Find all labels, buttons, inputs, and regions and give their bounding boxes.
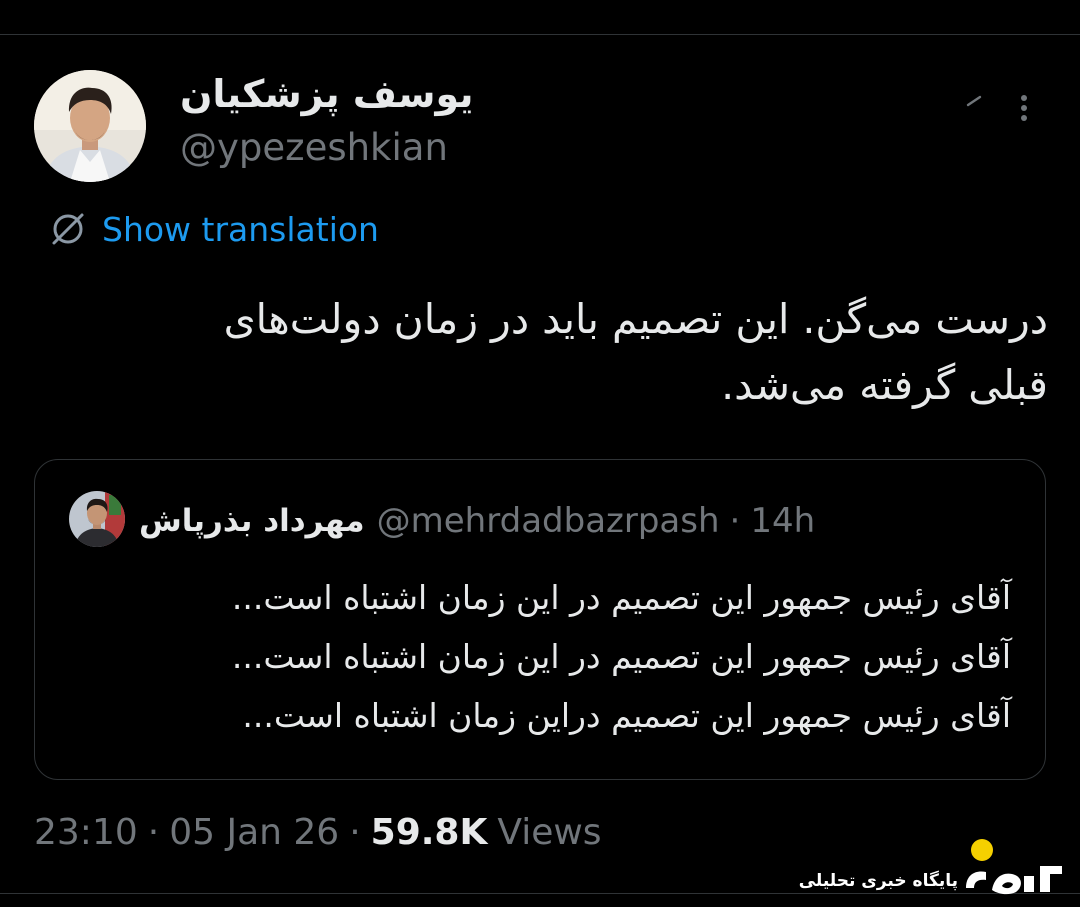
author-handle[interactable]: @ypezeshkian [180, 126, 448, 169]
tweet-line: قبلی گرفته می‌شد. [721, 361, 1048, 409]
grok-icon[interactable] [964, 94, 986, 108]
meta-separator: · [147, 811, 160, 853]
tweet-body: درست می‌گن. این تصمیم باید در زمان دولت‌… [60, 286, 1048, 418]
watermark-caption: پایگاه خبری تحلیلی [798, 871, 958, 891]
tweet-date[interactable]: 05 Jan 26 [169, 812, 339, 853]
quoted-line: آقای رئیس جمهور این تصمیم در این زمان اش… [231, 637, 1011, 676]
show-translation-button[interactable]: Show translation [46, 204, 379, 254]
top-divider [0, 34, 1080, 35]
views-label: Views [497, 811, 602, 853]
quoted-separator: · [729, 501, 741, 541]
watermark: پایگاه خبری تحلیلی [768, 836, 1068, 898]
author-display-name[interactable]: یوسف پزشکیان [180, 72, 474, 116]
quoted-body: آقای رئیس جمهور این تصمیم در این زمان اش… [95, 568, 1011, 745]
views-count[interactable]: 59.8K [371, 812, 488, 853]
quoted-header: مهرداد بذرپاش @mehrdadbazrpash · 14h [139, 496, 815, 546]
quoted-line: آقای رئیس جمهور این تصمیم دراین زمان اشت… [242, 696, 1011, 735]
tweet-line: درست می‌گن. این تصمیم باید در زمان دولت‌… [223, 295, 1048, 343]
author-avatar[interactable] [34, 70, 146, 182]
quoted-timestamp[interactable]: 14h [750, 501, 815, 541]
tweet-meta: 23:10 · 05 Jan 26 · 59.8K Views [34, 806, 602, 858]
quoted-author-avatar[interactable] [69, 491, 125, 547]
show-translation-label: Show translation [102, 209, 379, 249]
quoted-line: آقای رئیس جمهور این تصمیم در این زمان اش… [231, 578, 1011, 617]
quoted-tweet-card[interactable]: مهرداد بذرپاش @mehrdadbazrpash · 14h آقا… [34, 459, 1046, 780]
quoted-handle[interactable]: @mehrdadbazrpash [377, 501, 720, 541]
watermark-logo-icon [966, 839, 1062, 895]
meta-separator: · [349, 811, 361, 853]
more-options-icon[interactable] [1012, 92, 1036, 124]
globe-slash-icon [52, 213, 84, 245]
tweet-time[interactable]: 23:10 [34, 812, 138, 853]
quoted-display-name[interactable]: مهرداد بذرپاش [139, 503, 365, 539]
